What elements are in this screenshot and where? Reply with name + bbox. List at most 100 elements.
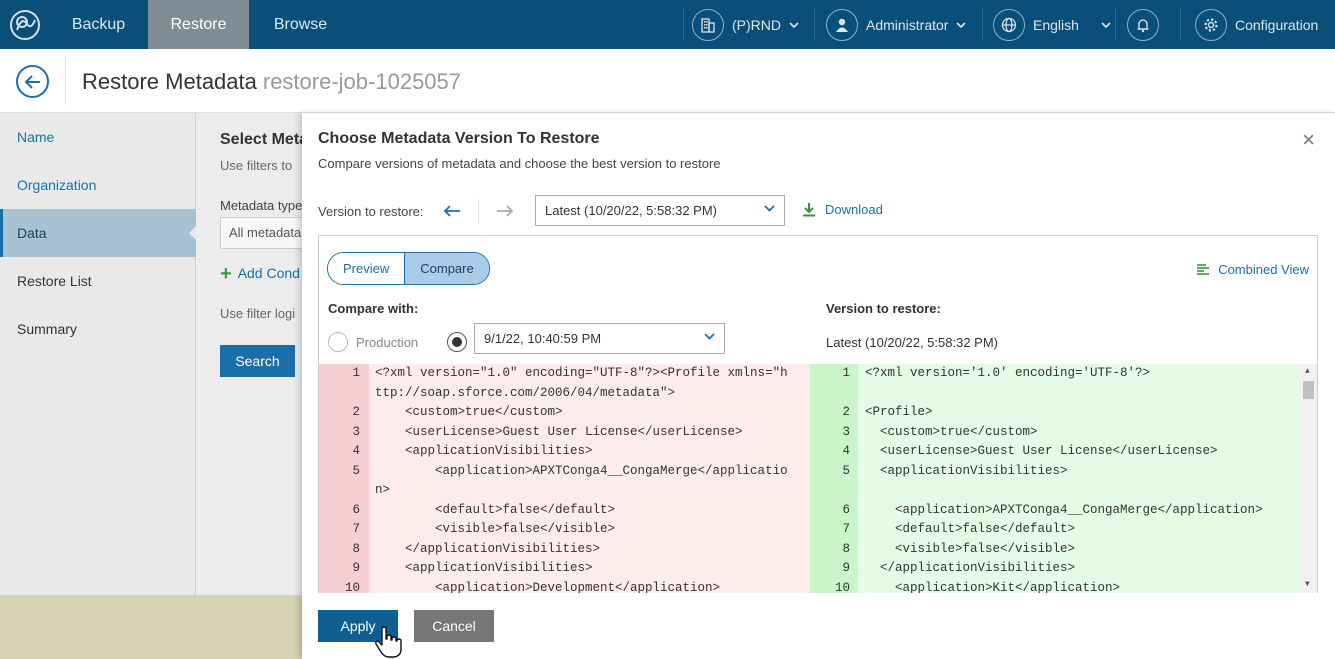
code-line: </applicationVisibilities> bbox=[375, 541, 601, 556]
nav-tab-backup[interactable]: Backup bbox=[49, 0, 148, 49]
line-number: 7 bbox=[352, 522, 360, 536]
user-label: Administrator bbox=[866, 16, 949, 33]
user-icon bbox=[826, 8, 858, 41]
line-number: 8 bbox=[842, 541, 850, 556]
code-line: <userLicense>Guest User License</userLic… bbox=[865, 444, 1218, 458]
add-condition-link[interactable]: + Add Cond bbox=[220, 263, 300, 286]
code-line: <?xml version='1.0' encoding='UTF-8'?> bbox=[865, 366, 1151, 380]
app-logo-icon[interactable] bbox=[0, 0, 49, 49]
org-menu[interactable]: (P)RND bbox=[692, 0, 799, 49]
version-radio[interactable] bbox=[447, 332, 467, 352]
right-line-numbers: 1 2 3 4 5 6 7 8 9 10 bbox=[810, 364, 850, 593]
production-radio[interactable] bbox=[328, 332, 348, 352]
sidebar-item-data[interactable]: Data bbox=[0, 209, 197, 257]
dialog-title: Choose Metadata Version To Restore bbox=[318, 130, 600, 147]
line-number: 1 bbox=[352, 366, 360, 380]
language-menu[interactable]: English bbox=[993, 0, 1111, 49]
configuration-label: Configuration bbox=[1235, 16, 1319, 33]
scroll-thumb[interactable] bbox=[1303, 381, 1314, 399]
line-number: 3 bbox=[352, 424, 360, 439]
version-to-restore-label: Version to restore: bbox=[318, 204, 424, 219]
compare-version-select[interactable]: 9/1/22, 10:40:59 PM bbox=[474, 323, 725, 354]
gear-icon bbox=[1195, 8, 1227, 41]
sidebar-item-summary[interactable]: Summary bbox=[0, 305, 196, 353]
close-icon[interactable]: × bbox=[1302, 129, 1315, 151]
line-number: 6 bbox=[352, 502, 360, 517]
combined-view-label: Combined View bbox=[1218, 262, 1309, 277]
user-menu[interactable]: Administrator bbox=[826, 0, 967, 49]
add-condition-label: Add Cond bbox=[237, 265, 300, 281]
back-button[interactable] bbox=[16, 65, 49, 98]
search-button[interactable]: Search bbox=[220, 345, 295, 377]
combined-view-icon bbox=[1197, 263, 1210, 275]
version-select[interactable]: Latest (10/20/22, 5:58:32 PM) bbox=[535, 195, 785, 226]
download-link[interactable]: Download bbox=[802, 202, 883, 217]
version-to-restore-heading: Version to restore: bbox=[826, 301, 941, 316]
diff-scrollbar[interactable]: ▲ ▼ bbox=[1300, 364, 1317, 593]
code-line: <visible>false</visible> bbox=[375, 522, 616, 536]
chevron-down-icon bbox=[789, 21, 799, 28]
page-title: Restore Metadata restore-job-1025057 bbox=[82, 69, 461, 95]
filter-logic-text: Use filter logi bbox=[220, 306, 296, 321]
download-icon bbox=[803, 203, 815, 217]
arrow-divider bbox=[478, 199, 479, 223]
cancel-button[interactable]: Cancel bbox=[414, 610, 494, 642]
line-number: 9 bbox=[842, 561, 850, 575]
arrow-left-icon bbox=[24, 74, 40, 89]
scroll-down-icon[interactable]: ▼ bbox=[1305, 580, 1310, 589]
line-number bbox=[810, 384, 850, 404]
tab-preview[interactable]: Preview bbox=[328, 253, 405, 284]
left-code: <?xml version="1.0" encoding="UTF-8"?><P… bbox=[375, 364, 805, 593]
language-label: English bbox=[1033, 16, 1079, 33]
nav-tab-browse[interactable]: Browse bbox=[249, 0, 352, 49]
sidebar-item-restore-list[interactable]: Restore List bbox=[0, 257, 196, 305]
code-line: <custom>true</custom> bbox=[865, 424, 1038, 439]
right-code: <?xml version='1.0' encoding='UTF-8'?> <P… bbox=[865, 364, 1297, 593]
line-number: 7 bbox=[842, 522, 850, 536]
code-line: <default>false</default> bbox=[865, 522, 1076, 536]
code-line: n> bbox=[375, 483, 391, 497]
wizard-sidebar: Name Organization Data Restore List Summ… bbox=[0, 113, 197, 659]
page-header: Restore Metadata restore-job-1025057 bbox=[0, 49, 1335, 113]
background-footer bbox=[0, 595, 306, 659]
code-line: <application>Kit</application> bbox=[865, 580, 1121, 594]
line-number: 2 bbox=[352, 405, 360, 419]
sidebar-item-organization[interactable]: Organization bbox=[0, 161, 196, 209]
code-line: <application>APXTConga4__CongaMerge</app… bbox=[375, 463, 788, 478]
dialog-subtitle: Compare versions of metadata and choose … bbox=[318, 156, 721, 171]
page-subtitle: restore-job-1025057 bbox=[262, 69, 462, 94]
bell-icon bbox=[1127, 8, 1159, 41]
version-dialog: Choose Metadata Version To Restore Compa… bbox=[302, 113, 1335, 659]
page-title-text: Restore Metadata bbox=[82, 69, 257, 94]
diff-viewer: 1 2 3 4 5 6 7 8 9 10 <?xml version="1.0" encoding… bbox=[319, 364, 1317, 593]
download-label: Download bbox=[825, 202, 883, 217]
org-label: (P)RND bbox=[732, 16, 781, 33]
arrow-left-icon[interactable] bbox=[442, 201, 466, 221]
line-number bbox=[319, 481, 360, 501]
tab-compare[interactable]: Compare bbox=[404, 253, 489, 284]
code-line: <applicationVisibilities> bbox=[375, 444, 593, 458]
compare-panel: Preview Compare Combined View Compare wi… bbox=[318, 235, 1318, 593]
code-line: <application>APXTConga4__CongaMerge</app… bbox=[865, 502, 1263, 517]
arrow-right-icon[interactable] bbox=[491, 201, 515, 221]
notifications-button[interactable] bbox=[1127, 0, 1159, 49]
combined-view-link[interactable]: Combined View bbox=[1196, 262, 1309, 277]
line-number: 10 bbox=[834, 580, 850, 594]
scroll-up-icon[interactable]: ▲ bbox=[1305, 367, 1310, 376]
code-line: <applicationVisibilities> bbox=[865, 463, 1068, 478]
compare-version-value: 9/1/22, 10:40:59 PM bbox=[484, 331, 602, 346]
line-number: 3 bbox=[842, 424, 850, 439]
nav-divider bbox=[1115, 8, 1116, 41]
compare-with-label: Compare with: bbox=[328, 301, 419, 316]
code-line: <userLicense>Guest User License</userLic… bbox=[375, 424, 743, 439]
sidebar-item-name[interactable]: Name bbox=[0, 113, 196, 161]
nav-divider bbox=[1180, 8, 1181, 41]
line-number: 2 bbox=[842, 405, 850, 419]
view-toggle: Preview Compare bbox=[327, 252, 490, 285]
version-to-restore-value: Latest (10/20/22, 5:58:32 PM) bbox=[826, 335, 998, 350]
code-line: <default>false</default> bbox=[375, 502, 616, 517]
configuration-button[interactable]: Configuration bbox=[1195, 0, 1318, 49]
line-number bbox=[319, 384, 360, 404]
chevron-down-icon bbox=[764, 205, 775, 212]
nav-tab-restore[interactable]: Restore bbox=[148, 0, 249, 49]
